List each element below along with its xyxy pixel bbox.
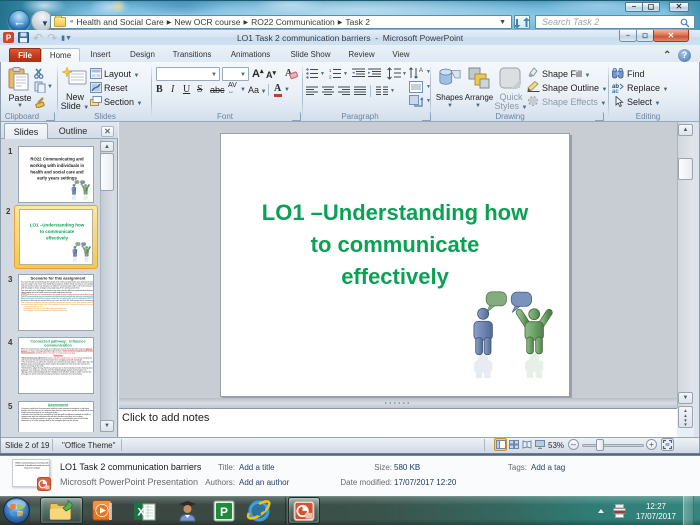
svg-text:2: 2 bbox=[329, 75, 332, 80]
svg-text:P: P bbox=[6, 34, 12, 43]
svg-text:A: A bbox=[419, 68, 423, 74]
svg-text:X: X bbox=[137, 507, 145, 519]
svg-text:ac: ac bbox=[612, 89, 619, 93]
svg-text:1: 1 bbox=[329, 68, 332, 73]
svg-text:P: P bbox=[220, 505, 228, 519]
